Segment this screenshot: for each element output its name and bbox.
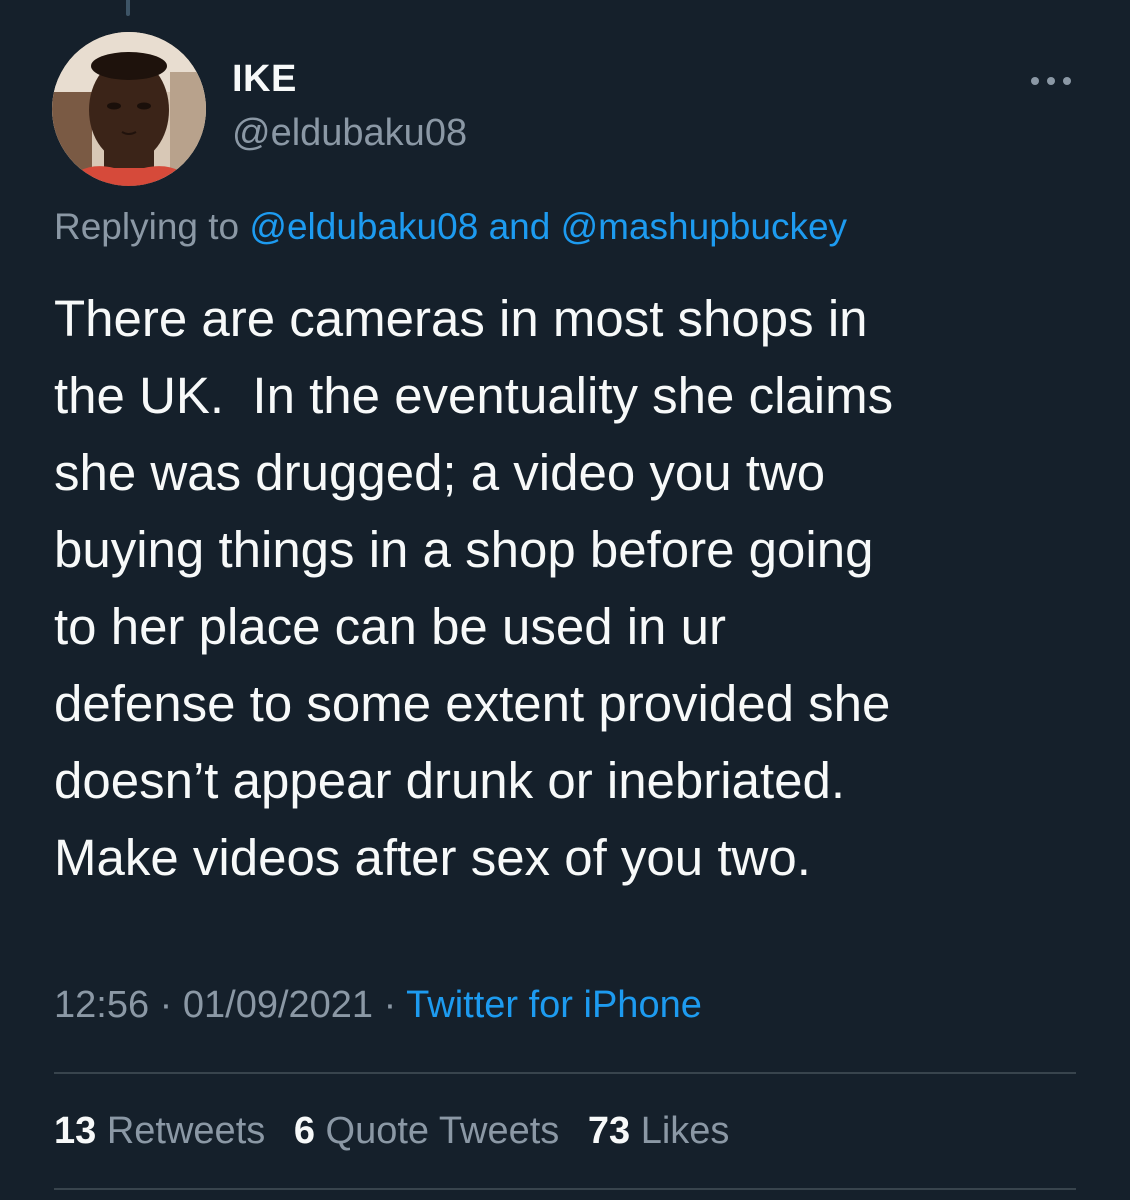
tweet-time[interactable]: 12:56: [54, 984, 149, 1026]
retweets-stat[interactable]: 13 Retweets: [54, 1110, 265, 1152]
replying-to: Replying to @eldubaku08 and @mashupbucke…: [54, 206, 847, 248]
tweet-stats: 13 Retweets 6 Quote Tweets 73 Likes: [54, 1110, 747, 1153]
thread-connector-line: [126, 0, 130, 16]
likes-stat[interactable]: 73 Likes: [588, 1110, 730, 1152]
divider: [54, 1072, 1076, 1074]
avatar[interactable]: [52, 32, 206, 186]
tweet-date[interactable]: 01/09/2021: [183, 984, 373, 1026]
reply-mention-and[interactable]: and: [489, 206, 551, 247]
profile-photo: [52, 32, 206, 186]
tweet-text: There are cameras in most shops in the U…: [54, 290, 894, 886]
retweets-count: 13: [54, 1110, 97, 1152]
reply-mention-eldubaku08[interactable]: @eldubaku08: [249, 206, 478, 247]
quote-tweets-count: 6: [293, 1110, 315, 1152]
likes-count: 73: [587, 1110, 631, 1152]
tweet-source-link[interactable]: Twitter for iPhone: [406, 984, 702, 1026]
replying-to-label: Replying to: [54, 206, 240, 247]
quote-tweets-stat[interactable]: 6 Quote Tweets: [294, 1110, 559, 1152]
retweets-label: Retweets: [106, 1110, 266, 1152]
meta-separator: ·: [383, 984, 397, 1026]
tweet-meta: 12:56 · 01/09/2021 · Twitter for iPhone: [54, 984, 702, 1027]
more-horizontal-icon: [1031, 77, 1071, 85]
likes-label: Likes: [640, 1110, 730, 1152]
quote-tweets-label: Quote Tweets: [325, 1110, 560, 1152]
author-handle[interactable]: @eldubaku08: [232, 112, 467, 155]
reply-mention-mashupbuckey[interactable]: @mashupbuckey: [561, 206, 847, 247]
meta-separator: ·: [159, 984, 173, 1026]
divider: [54, 1188, 1076, 1190]
author-name[interactable]: IKE: [232, 58, 297, 101]
more-options-button[interactable]: [1026, 66, 1076, 96]
